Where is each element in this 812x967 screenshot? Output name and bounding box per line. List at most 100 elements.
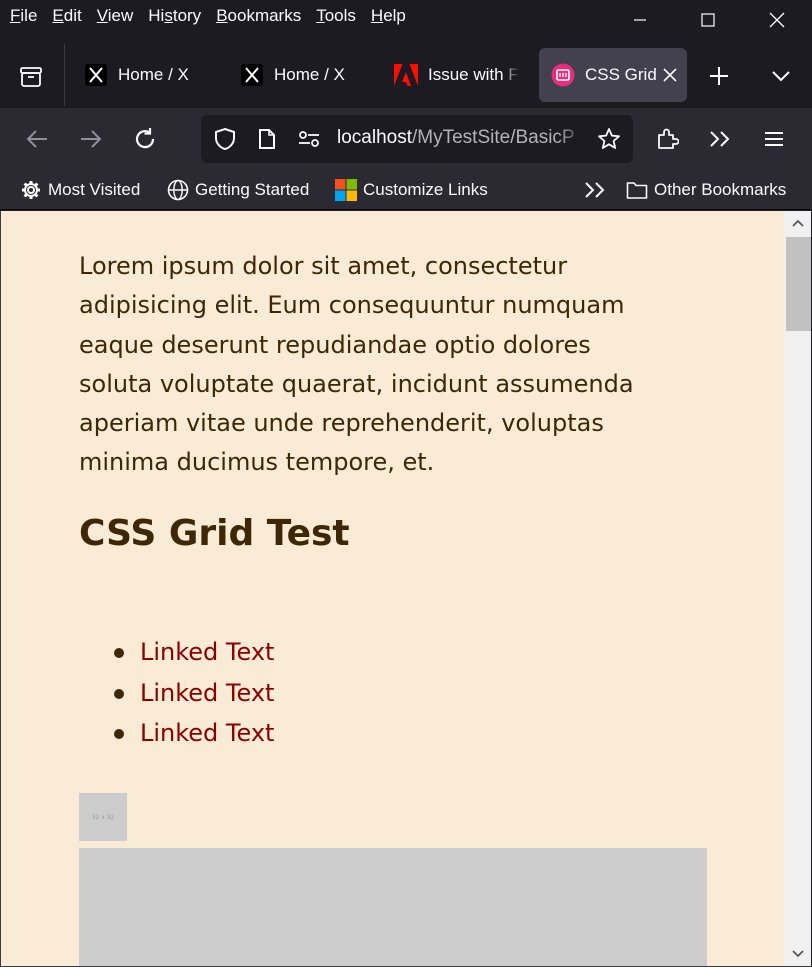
tracking-protection-shield-icon[interactable]: [213, 127, 237, 151]
close-icon: [769, 12, 785, 28]
tab-home-x-2[interactable]: Home / X: [230, 48, 370, 102]
tab-title: Home / X: [118, 65, 189, 84]
forward-arrow-icon: [81, 130, 102, 148]
double-chevron-right-icon: [585, 182, 605, 198]
menu-view[interactable]: View: [87, 6, 139, 26]
close-icon: [663, 68, 677, 82]
menu-help[interactable]: Help: [361, 6, 411, 26]
bookmarks-overflow-button[interactable]: [584, 177, 606, 203]
menu-edit-accesskey: E: [52, 6, 64, 25]
bookmarks-toolbar: Most Visited Getting Started Customize L…: [0, 170, 812, 210]
tab-home-x-1[interactable]: Home / X: [74, 48, 220, 102]
hamburger-menu-icon: [765, 132, 783, 146]
window-border-left: [0, 211, 1, 967]
menu-items: File Edit View History Bookmarks Tools H…: [0, 0, 411, 32]
tab-title: Issue with F: [428, 65, 519, 84]
vertical-scrollbar[interactable]: [784, 211, 811, 966]
menu-help-label: elp: [383, 6, 406, 25]
menu-file-label: ile: [20, 6, 38, 25]
scroll-down-button[interactable]: [784, 942, 811, 966]
menu-view-accesskey: V: [96, 6, 108, 25]
bookmark-label: Getting Started: [195, 180, 310, 199]
chevron-up-icon: [791, 219, 804, 227]
site-favicon-icon: [551, 63, 575, 87]
linked-text-link[interactable]: Linked Text: [140, 638, 274, 666]
thumbnail-size-label: 32 x 32: [91, 813, 115, 821]
reload-button[interactable]: [126, 120, 164, 158]
link-list: Linked Text Linked Text Linked Text: [110, 632, 274, 754]
chevron-down-icon: [772, 71, 790, 82]
bookmark-label: Customize Links: [363, 180, 488, 199]
paragraph-line: aperiam vitae unde reprehenderit, volupt…: [79, 409, 604, 438]
plus-icon: [710, 67, 728, 85]
other-bookmarks-folder[interactable]: Other Bookmarks: [626, 177, 786, 203]
tab-title: CSS Grid: [585, 65, 657, 84]
back-button[interactable]: [18, 120, 56, 158]
menu-history-label: tory: [172, 6, 202, 25]
tab-title: Home / X: [274, 65, 345, 84]
adobe-icon: [394, 63, 418, 87]
forward-button[interactable]: [72, 120, 110, 158]
menu-tools-accesskey: T: [316, 6, 325, 25]
page-info-icon[interactable]: [255, 127, 279, 151]
folder-icon: [626, 179, 648, 201]
extensions-button[interactable]: [648, 120, 686, 158]
reload-icon: [135, 128, 155, 149]
firefox-view-icon: [20, 67, 42, 87]
firefox-view-button[interactable]: [12, 58, 50, 96]
x-logo-icon: [240, 63, 264, 87]
list-item: Linked Text: [110, 632, 274, 673]
microsoft-icon: [335, 179, 357, 201]
menu-help-accesskey: H: [370, 6, 384, 25]
maximize-button[interactable]: [685, 0, 731, 40]
tab-strip: Home / X Home / X Issue with F CSS Grid: [0, 40, 812, 108]
scrollbar-thumb[interactable]: [786, 237, 811, 331]
paragraph-line: soluta voluptate quaerat, incidunt assum…: [79, 369, 634, 398]
list-item: Linked Text: [110, 673, 274, 714]
menu-tools-label: ools: [324, 6, 356, 25]
linked-text-link[interactable]: Linked Text: [140, 719, 274, 747]
menu-bookmarks[interactable]: Bookmarks: [206, 6, 306, 26]
minimize-button[interactable]: [617, 0, 663, 40]
gear-icon: [20, 179, 42, 201]
new-tab-button[interactable]: [700, 58, 738, 94]
permissions-icon[interactable]: [297, 127, 321, 151]
url-bar[interactable]: localhost/MyTestSite/BasicP: [201, 115, 633, 163]
scroll-up-button[interactable]: [784, 211, 811, 235]
close-window-button[interactable]: [754, 0, 800, 40]
maximize-icon: [701, 13, 715, 27]
paragraph-line: Lorem ipsum dolor sit amet, consectetur: [79, 252, 568, 280]
url-host: localhost: [337, 127, 412, 148]
minimize-icon: [634, 19, 646, 21]
bookmark-most-visited[interactable]: Most Visited: [20, 177, 140, 203]
chevron-down-icon: [791, 950, 804, 958]
tab-issue[interactable]: Issue with F: [384, 48, 530, 102]
page-content: Lorem ipsum dolor sit amet, consectetur …: [1, 211, 784, 966]
menu-file-accesskey: F: [10, 6, 21, 25]
menu-bar: File Edit View History Bookmarks Tools H…: [0, 0, 812, 40]
menu-file[interactable]: File: [0, 6, 42, 26]
menu-tools[interactable]: Tools: [306, 6, 361, 26]
list-all-tabs-button[interactable]: [762, 58, 800, 94]
menu-edit-label: dit: [63, 6, 82, 25]
linked-text-link[interactable]: Linked Text: [140, 679, 274, 707]
navigation-toolbar: localhost/MyTestSite/BasicP: [0, 108, 812, 170]
bookmark-star-icon[interactable]: [597, 127, 621, 151]
bookmark-label: Other Bookmarks: [654, 180, 787, 199]
menu-history-pre: Hi: [148, 6, 165, 25]
app-menu-button[interactable]: [755, 120, 793, 158]
more-tools-button[interactable]: [701, 120, 739, 158]
bookmark-customize-links[interactable]: Customize Links: [335, 177, 488, 203]
close-tab-button[interactable]: [663, 68, 677, 82]
menu-history[interactable]: History: [138, 6, 206, 26]
bookmark-getting-started[interactable]: Getting Started: [167, 177, 309, 203]
menu-edit[interactable]: Edit: [42, 6, 86, 26]
back-arrow-icon: [26, 130, 47, 148]
tab-css-grid[interactable]: CSS Grid: [539, 48, 687, 102]
url-text[interactable]: localhost/MyTestSite/BasicP: [337, 127, 587, 149]
puzzle-icon: [658, 128, 679, 149]
intro-paragraph: Lorem ipsum dolor sit amet, consectetur …: [79, 247, 719, 483]
list-item: Linked Text: [110, 713, 274, 754]
paragraph-line: adipisicing elit. Eum consequuntur numqu…: [79, 291, 625, 320]
placeholder-image: [79, 848, 707, 966]
